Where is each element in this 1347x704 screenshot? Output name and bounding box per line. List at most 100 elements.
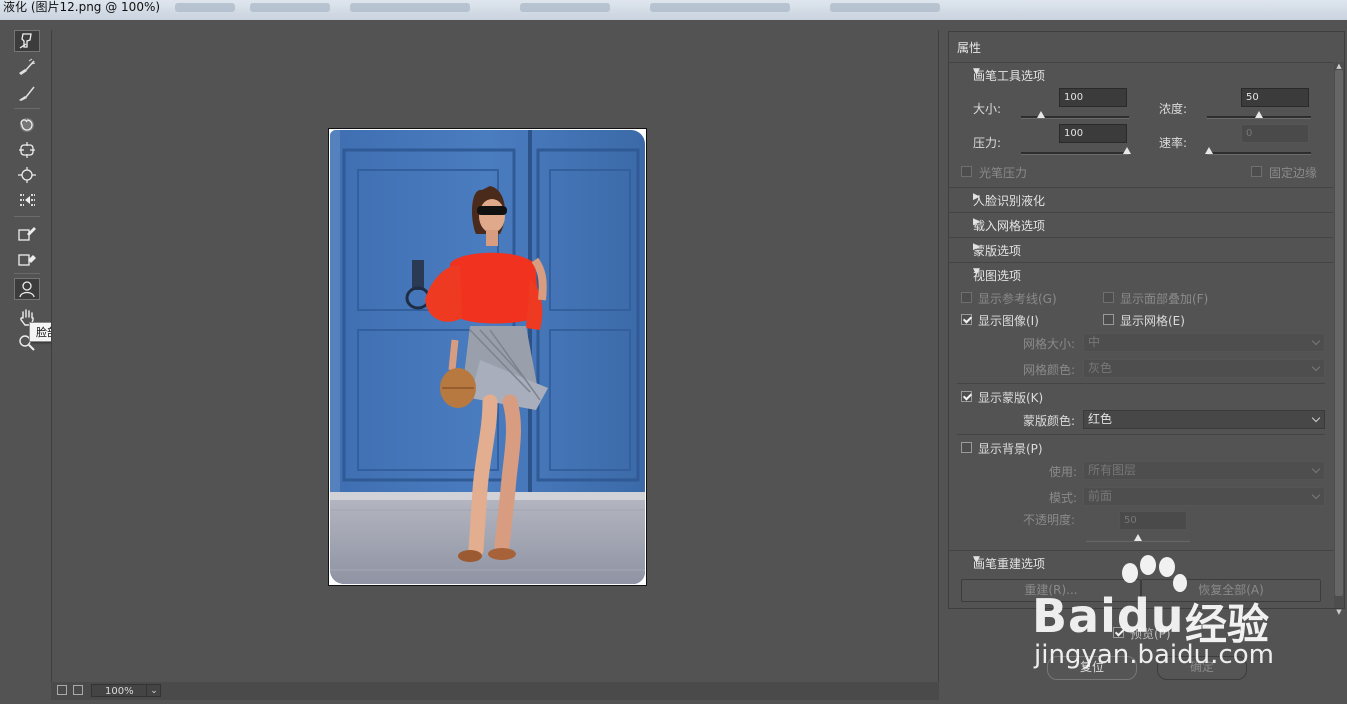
status-bar: 100% ⌄ (51, 682, 939, 700)
pressure-label: 压力: (973, 136, 1002, 150)
rate-input[interactable]: 0 (1241, 124, 1309, 143)
density-slider-knob[interactable] (1255, 111, 1263, 118)
show-face-overlay-checkbox[interactable] (1103, 292, 1114, 303)
blurred-bar-segment (250, 3, 330, 12)
use-label: 使用: (1049, 465, 1078, 479)
twirl-tool-icon[interactable] (14, 114, 40, 136)
size-slider[interactable] (1021, 111, 1129, 119)
zoom-in-button[interactable] (73, 685, 83, 695)
divider (957, 434, 1325, 435)
pucker-tool-icon[interactable] (14, 139, 40, 161)
reconstruct-tool-icon[interactable] (14, 56, 40, 78)
toolbar-divider (14, 216, 40, 217)
opacity-slider-knob[interactable] (1134, 534, 1142, 541)
zoom-out-button[interactable] (57, 685, 67, 695)
density-label: 浓度: (1159, 102, 1188, 116)
face-tool-icon[interactable] (14, 278, 40, 300)
toolbar-divider (14, 273, 40, 274)
panel-title: 属性 (957, 41, 982, 55)
show-mesh-label: 显示网格(E) (1120, 314, 1185, 328)
stylus-pressure-label: 光笔压力 (979, 166, 1028, 180)
mode-select[interactable]: 前面 (1083, 487, 1325, 506)
show-image-checkbox[interactable] (961, 314, 972, 325)
show-backdrop-label: 显示背景(P) (978, 442, 1043, 456)
mesh-size-select[interactable]: 中 (1083, 333, 1325, 352)
zoom-dropdown-chevron-down-icon[interactable]: ⌄ (146, 685, 161, 697)
section-load-mesh[interactable]: ▶ 载入网格选项 (949, 212, 1333, 237)
forward-warp-tool-icon[interactable] (14, 30, 40, 52)
preview-label: 预览(P) (1130, 627, 1171, 641)
mode-label: 模式: (1049, 491, 1078, 505)
pressure-input[interactable]: 100 (1059, 124, 1127, 143)
mask-color-value: 红色 (1088, 412, 1113, 426)
stylus-pressure-checkbox[interactable] (961, 166, 972, 177)
blurred-bar-segment (520, 3, 610, 12)
properties-panel: 属性 ▼ 画笔工具选项 大小: 100 浓度: 50 压力: 100 速率: 0… (948, 31, 1345, 616)
scroll-down-icon[interactable]: ▼ (1335, 608, 1343, 616)
section-mask-options[interactable]: ▶ 蒙版选项 (949, 237, 1333, 262)
push-left-tool-icon[interactable] (14, 189, 40, 211)
restore-all-button[interactable]: 恢复全部(A) (1141, 579, 1321, 602)
section-view-options[interactable]: ▼ 视图选项 (949, 262, 1333, 287)
section-brush-options[interactable]: ▼ 画笔工具选项 (949, 62, 1333, 87)
mesh-color-select[interactable]: 灰色 (1083, 359, 1325, 378)
scrollbar-thumb[interactable] (1335, 70, 1343, 596)
section-header: 视图选项 (973, 269, 1022, 283)
chevron-down-icon (1311, 464, 1321, 474)
chevron-down-icon (1311, 336, 1321, 346)
show-mask-checkbox[interactable] (961, 391, 972, 402)
preview-image[interactable] (328, 128, 647, 586)
section-header: 蒙版选项 (973, 244, 1022, 258)
section-header: 画笔工具选项 (973, 69, 1046, 83)
reset-button[interactable]: 复位 (1047, 656, 1137, 680)
opacity-label: 不透明度: (1023, 513, 1076, 527)
window-title: 液化 (图片12.png @ 100%) (3, 0, 161, 14)
blurred-bar-segment (830, 3, 940, 12)
pressure-slider[interactable] (1021, 147, 1131, 155)
panel-scrollbar[interactable]: ▲ ▼ (1334, 62, 1344, 616)
preview-canvas[interactable] (51, 30, 939, 700)
mode-value: 前面 (1088, 489, 1113, 503)
rate-slider-knob[interactable] (1205, 147, 1213, 154)
opacity-input[interactable]: 50 (1119, 511, 1187, 530)
density-input[interactable]: 50 (1241, 88, 1309, 107)
section-header: 人脸识别液化 (973, 194, 1046, 208)
show-backdrop-checkbox[interactable] (961, 442, 972, 453)
title-bar: 液化 (图片12.png @ 100%) (0, 0, 1347, 20)
show-guides-checkbox[interactable] (961, 292, 972, 303)
mesh-color-value: 灰色 (1088, 361, 1113, 375)
size-label: 大小: (973, 102, 1002, 116)
show-image-label: 显示图像(I) (978, 314, 1039, 328)
rate-slider[interactable] (1205, 147, 1311, 155)
show-mesh-checkbox[interactable] (1103, 314, 1114, 325)
pressure-slider-knob[interactable] (1123, 147, 1131, 154)
size-input[interactable]: 100 (1059, 88, 1127, 107)
mesh-size-value: 中 (1088, 335, 1101, 349)
blurred-bar-segment (650, 3, 790, 12)
section-header: 画笔重建选项 (973, 557, 1046, 571)
woman-photo-illustration (330, 130, 645, 584)
freeze-mask-tool-icon[interactable] (14, 222, 40, 244)
reconstruct-button[interactable]: 重建(R)... (961, 579, 1141, 602)
size-slider-knob[interactable] (1037, 111, 1045, 118)
section-header: 载入网格选项 (973, 219, 1046, 233)
scroll-up-icon[interactable]: ▲ (1335, 62, 1343, 70)
divider (957, 383, 1325, 384)
mesh-size-label: 网格大小: (1023, 337, 1076, 351)
use-select[interactable]: 所有图层 (1083, 461, 1325, 480)
show-guides-label: 显示参考线(G) (978, 292, 1057, 306)
show-mask-label: 显示蒙版(K) (978, 391, 1044, 405)
thaw-mask-tool-icon[interactable] (14, 247, 40, 269)
smooth-tool-icon[interactable] (14, 82, 40, 104)
section-face-aware[interactable]: ▶ 人脸识别液化 (949, 187, 1333, 212)
preview-checkbox[interactable] (1113, 627, 1124, 638)
mask-color-select[interactable]: 红色 (1083, 410, 1325, 429)
section-reconstruct-options[interactable]: ▼ 画笔重建选项 (949, 550, 1333, 575)
liquify-toolbar (6, 26, 50, 700)
blurred-bar-segment (175, 3, 235, 12)
opacity-slider[interactable] (1086, 534, 1190, 542)
ok-button[interactable]: 确定 (1157, 656, 1247, 680)
pin-edges-checkbox[interactable] (1251, 166, 1262, 177)
bloat-tool-icon[interactable] (14, 164, 40, 186)
density-slider[interactable] (1207, 111, 1311, 119)
